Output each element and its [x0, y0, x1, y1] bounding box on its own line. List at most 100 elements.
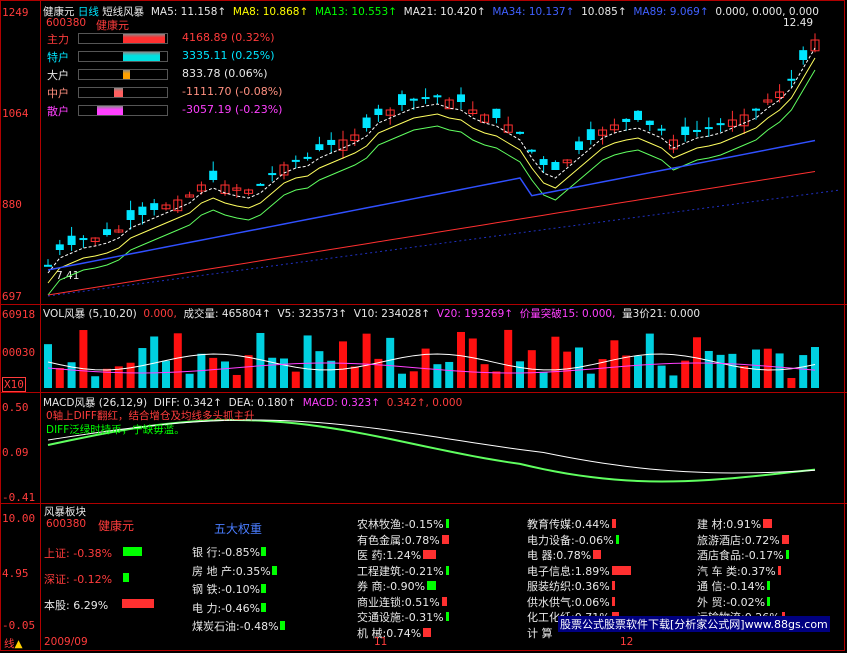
volume-bar: [787, 377, 796, 388]
footer-watermark[interactable]: 股票公式股票软件下载[分析家公式网]www.88gs.com: [558, 616, 830, 632]
price-candle: [398, 94, 406, 105]
macd-bar: [801, 446, 806, 460]
volume-bar: [232, 374, 241, 388]
macd-bar: [695, 460, 699, 467]
macd-bar: [69, 446, 74, 460]
price-candle: [657, 128, 666, 131]
bottom-axis-label: 4.95: [2, 567, 29, 580]
macd-bar: [128, 451, 133, 460]
macd-bar: [553, 460, 558, 480]
macd-bar: [400, 460, 404, 472]
sector-item: 电力设备:-0.06%: [527, 532, 619, 548]
price-candle: [799, 50, 808, 60]
macd-bar: [482, 460, 487, 481]
macd-bar: [754, 445, 758, 460]
macd-bar: [518, 460, 522, 475]
index-bar: [123, 547, 142, 556]
macd-bar: [706, 460, 711, 472]
macd-bar: [447, 460, 452, 486]
macd-bar: [93, 440, 98, 460]
volume-bar: [398, 373, 406, 388]
volume-bar: [55, 367, 64, 388]
vol-header: VOL风暴 (5,10,20) 0.000, 成交量: 465804↑ V5: …: [43, 306, 700, 321]
macd-bar: [435, 460, 440, 486]
price-candle: [634, 110, 642, 120]
ma89-line: [47, 171, 816, 296]
macd-bar: [258, 454, 263, 460]
volume-bar: [433, 364, 442, 388]
volume-bar: [563, 351, 572, 388]
price-candle: [303, 156, 312, 159]
sector-item: 电子信息:1.89%: [527, 563, 631, 579]
vol-title: VOL风暴 (5,10,20): [43, 308, 137, 320]
volume-bar: [138, 348, 147, 388]
volume-bar: [162, 360, 170, 388]
macd-bar: [352, 457, 357, 460]
sector-stock-name: 健康元: [98, 519, 135, 533]
index-bar: [123, 573, 129, 582]
volume-bar: [457, 331, 465, 388]
sector-item: 供水供气:0.06%: [527, 594, 615, 610]
macd-axis-label: -0.41: [2, 491, 36, 504]
weights-title: 五大权重: [214, 522, 263, 536]
volume-bar: [409, 371, 418, 388]
macd-bar: [470, 460, 475, 473]
bottom-axis-label: 10.00: [2, 512, 36, 525]
macd-bar: [376, 457, 381, 460]
macd-extra: 0.342↑, 0.000: [386, 397, 463, 409]
macd-bar: [223, 456, 227, 460]
macd-axis-label: 0.50: [2, 401, 29, 414]
price-candle: [421, 97, 430, 100]
volume-bar: [634, 355, 642, 388]
macd-bar: [541, 460, 546, 474]
price-candle: [704, 127, 713, 130]
macd-bar: [305, 454, 310, 460]
macd-bar: [742, 446, 747, 460]
volume-bar: [645, 333, 654, 388]
ma5-line: [47, 47, 816, 274]
macd-bar: [187, 445, 192, 460]
volume-bar: [657, 365, 666, 388]
sector-item: 机 械:0.74%: [357, 625, 431, 641]
macd-bar: [164, 441, 168, 460]
xaxis-start: 2009/09: [44, 636, 88, 648]
price-candle: [457, 94, 465, 102]
xaxis-left: 线▲: [4, 638, 23, 650]
price-candle: [575, 141, 583, 150]
macd-bar: [293, 452, 298, 460]
ma13-line: [47, 69, 816, 296]
price-candle: [527, 149, 536, 152]
volume-bar: [350, 366, 359, 388]
macd-bar: [152, 440, 157, 460]
macd-bar: [730, 442, 735, 460]
price-candle: [67, 235, 76, 245]
warning-icon: ▲: [14, 638, 23, 650]
volume-bar: [291, 371, 300, 388]
volume-bar: [480, 364, 489, 388]
sector-code: 600380: [46, 518, 87, 530]
price-candle: [150, 203, 159, 210]
price-candle: [374, 108, 383, 115]
price-candle: [315, 144, 324, 150]
macd-bar: [364, 456, 369, 460]
macd-bar: [411, 460, 416, 478]
vol-axis-label: 00030: [2, 346, 36, 359]
sector-item: 有色金属:0.78%: [357, 532, 450, 548]
price-candle: [622, 118, 631, 122]
volume-bar: [610, 340, 619, 388]
macd-bar: [636, 460, 640, 473]
weight-item: 钢 铁:-0.10%: [192, 581, 267, 597]
volume-bar: [244, 355, 253, 388]
price-candle: [516, 131, 524, 134]
volume-bar: [221, 361, 229, 388]
volume-bar: [586, 373, 595, 388]
macd-note1: 0轴上DIFF翻红，结合增仓及均线多头抓主升: [46, 410, 255, 422]
macd-bar: [777, 452, 782, 460]
macd-bar: [116, 449, 121, 460]
macd-bar: [282, 456, 286, 460]
vol-v0: 0.000,: [143, 308, 177, 320]
weight-item: 煤炭石油:-0.48%: [192, 618, 285, 634]
index-item: 深证: -0.12%: [44, 573, 113, 586]
volume-bar: [492, 371, 501, 388]
macd-bar: [529, 460, 534, 480]
